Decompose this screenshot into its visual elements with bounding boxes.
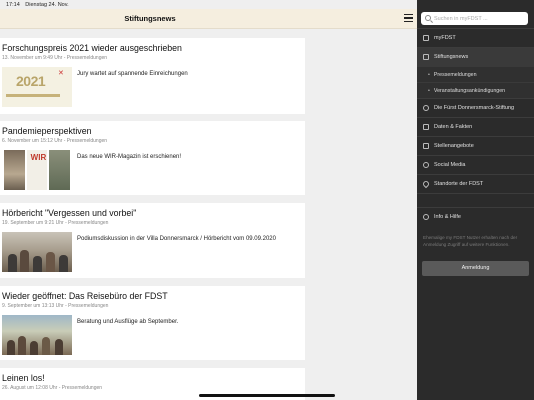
sidebar-item-standorte[interactable]: Standorte der FDST	[417, 174, 534, 193]
sidebar-nav: myFDST Stiftungsnews Pressemeldungen Ver…	[417, 28, 534, 226]
magazine-cover-image	[4, 150, 25, 190]
sidebar-item-daten-fakten[interactable]: Daten & Fakten	[417, 117, 534, 136]
chart-icon	[423, 124, 429, 130]
sidebar-subitem-pressemeldungen[interactable]: Pressemeldungen	[417, 66, 534, 82]
news-card-meta: 19. September um 9:21 Uhr - Pressemeldun…	[2, 220, 109, 226]
sidebar-item-label: Info & Hilfe	[434, 214, 461, 220]
news-card-thumbnail[interactable]	[2, 232, 72, 272]
news-card[interactable]: Hörbericht "Vergessen und vorbei" 19. Se…	[0, 203, 305, 278]
sidebar-item-label: myFDST	[434, 35, 456, 41]
news-feed[interactable]: Forschungspreis 2021 wieder ausgeschrieb…	[0, 30, 417, 400]
sidebar-divider	[417, 193, 534, 207]
sidebar-item-stiftung[interactable]: Die Fürst Donnersmarck-Stiftung	[417, 98, 534, 117]
sidebar-item-stellenangebote[interactable]: Stellenangebote	[417, 136, 534, 155]
news-card-meta: 26. August um 12:08 Uhr - Pressemeldunge…	[2, 385, 103, 391]
login-notice: Ehemalige my FDST Nutzer erhalten nach d…	[423, 235, 518, 247]
thumbnail-banner	[6, 94, 60, 97]
news-card-teaser: Jury wartet auf spannende Einreichungen	[77, 71, 188, 77]
location-icon	[421, 179, 431, 189]
home-indicator[interactable]	[199, 394, 335, 397]
sidebar-item-label: Stiftungsnews	[434, 54, 469, 60]
thumbnail-year: 2021	[16, 73, 46, 89]
wir-logo: WIR	[30, 153, 47, 162]
sidebar-item-label: Die Fürst Donnersmarck-Stiftung	[434, 105, 515, 111]
news-card[interactable]: Wieder geöffnet: Das Reisebüro der FDST …	[0, 286, 305, 360]
sidebar-item-label: Standorte der FDST	[434, 181, 484, 187]
news-card[interactable]: Forschungspreis 2021 wieder ausgeschrieb…	[0, 38, 305, 114]
status-time: 17:14	[6, 2, 20, 8]
news-card-thumbnail[interactable]: WIR	[2, 150, 72, 190]
help-icon	[423, 214, 429, 220]
news-card-meta: 9. September um 13:13 Uhr - Pressemeldun…	[2, 303, 109, 309]
search-icon	[425, 15, 431, 21]
news-card-meta: 13. November um 9:49 Uhr - Pressemeldung…	[2, 55, 108, 61]
magazine-cover-image: WIR	[26, 150, 48, 190]
news-card-meta: 6. November um 15:12 Uhr - Pressemeldung…	[2, 138, 108, 144]
sidebar-subitem-veranstaltungen[interactable]: Veranstaltungsankündigungen	[417, 82, 534, 98]
news-card-title[interactable]: Leinen los!	[2, 373, 305, 384]
news-card-title[interactable]: Wieder geöffnet: Das Reisebüro der FDST	[2, 291, 305, 302]
magazine-cover-image	[49, 150, 71, 190]
news-icon	[423, 54, 429, 60]
sidebar-item-myfdst[interactable]: myFDST	[417, 28, 534, 47]
sidebar-item-stiftungsnews[interactable]: Stiftungsnews	[417, 47, 534, 66]
sidebar-item-social-media[interactable]: Social Media	[417, 155, 534, 174]
hamburger-menu-icon[interactable]	[404, 14, 413, 22]
sidebar-item-label: Social Media	[434, 162, 466, 168]
search-box[interactable]	[421, 12, 528, 25]
jobs-icon	[423, 143, 429, 149]
news-card-title[interactable]: Hörbericht "Vergessen und vorbei"	[2, 208, 305, 219]
sidebar: myFDST Stiftungsnews Pressemeldungen Ver…	[417, 0, 534, 400]
news-card-teaser: Beratung und Ausflüge ab September.	[77, 319, 179, 325]
sidebar-item-info-hilfe[interactable]: Info & Hilfe	[417, 207, 534, 226]
news-card-teaser: Das neue WIR-Magazin ist erschienen!	[77, 154, 182, 160]
app-header: Stiftungsnews	[0, 9, 417, 29]
news-card[interactable]: Pandemieperspektiven 6. November um 15:1…	[0, 121, 305, 195]
news-card-title[interactable]: Pandemieperspektiven	[2, 126, 305, 137]
page-title: Stiftungsnews	[124, 14, 176, 23]
home-icon	[423, 35, 429, 41]
news-card-teaser: Podiumsdiskussion in der Villa Donnersma…	[77, 236, 276, 242]
news-card-title[interactable]: Forschungspreis 2021 wieder ausgeschrieb…	[2, 43, 305, 54]
news-card-thumbnail[interactable]	[2, 315, 72, 355]
social-icon	[423, 162, 429, 168]
info-icon	[423, 105, 429, 111]
status-date: Dienstag 24. Nov.	[25, 2, 69, 8]
search-input[interactable]	[434, 12, 526, 25]
logo-mark-icon: ✕	[58, 70, 64, 77]
login-button[interactable]: Anmeldung	[422, 261, 529, 276]
news-card-thumbnail[interactable]: 2021 ✕	[2, 67, 72, 107]
sidebar-item-label: Daten & Fakten	[434, 124, 473, 130]
sidebar-item-label: Stellenangebote	[434, 143, 474, 149]
